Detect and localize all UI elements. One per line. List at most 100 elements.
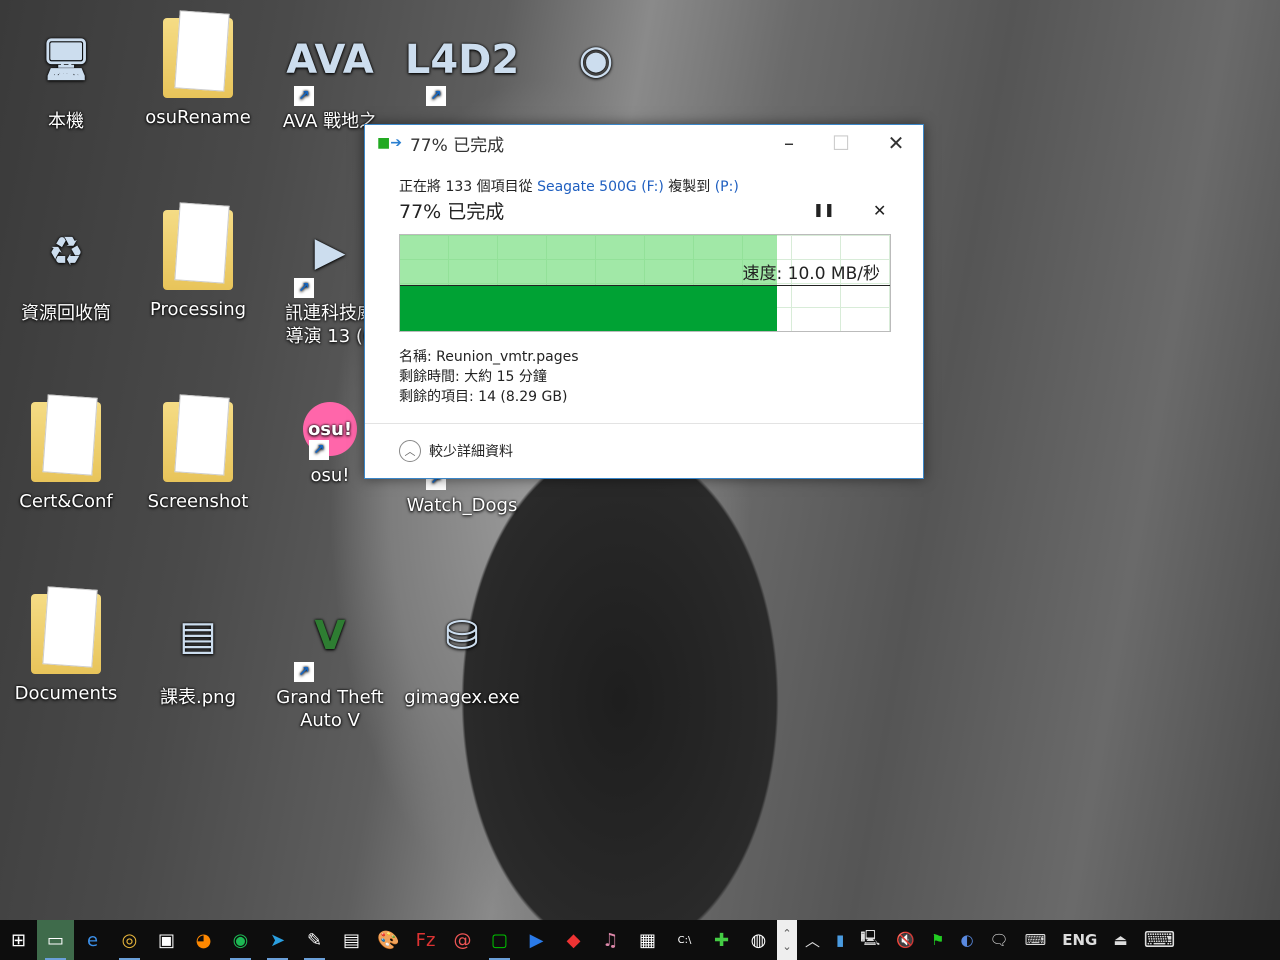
language-indicator[interactable]: ENG <box>1054 931 1105 949</box>
start-icon[interactable]: ⊞ <box>0 920 37 960</box>
desktop-icon-label: 資源回收筒 <box>21 303 111 324</box>
app-icon: ▤ <box>179 612 217 659</box>
calculator-icon[interactable]: ▦ <box>629 920 666 960</box>
desktop-icon-label: osuRename <box>145 107 251 128</box>
desktop-icon-label: Watch_Dogs <box>406 495 518 516</box>
chrome-icon[interactable]: ◎ <box>111 920 148 960</box>
play-icon[interactable]: ▶ <box>518 920 555 960</box>
battery-icon[interactable]: ▮ <box>828 931 852 949</box>
speed-label: 速度: 10.0 MB/秒 <box>742 264 880 284</box>
firefox-icon[interactable]: ◕ <box>185 920 222 960</box>
paint-icon[interactable]: 🎨 <box>370 920 407 960</box>
items-remaining: 剩餘的項目: 14 (8.29 GB) <box>399 389 568 405</box>
keyboard-icon[interactable]: ⌨ <box>1017 931 1055 949</box>
speed-fill <box>400 285 778 331</box>
folder-icon <box>31 594 101 674</box>
folder-icon <box>163 18 233 98</box>
desktop-icon[interactable]: 🖥 本機 <box>4 18 128 133</box>
close-button[interactable]: ✕ <box>870 129 922 157</box>
snail-icon[interactable]: @ <box>444 920 481 960</box>
green-app-icon[interactable]: ✚ <box>703 920 740 960</box>
file-name: 名稱: Reunion_vmtr.pages <box>399 349 579 365</box>
desktop-icon[interactable]: L4D2 ↗ <box>400 18 524 110</box>
network-icon[interactable]: 🖳 <box>852 928 888 953</box>
app-icon: ⛁ <box>445 612 479 659</box>
desktop-icon[interactable]: ◉ <box>534 18 658 110</box>
action-center-icon[interactable]: 🗨 <box>982 931 1017 949</box>
app-icon: 🖥 <box>40 36 92 83</box>
progress-graph: 速度: 10.0 MB/秒 <box>399 234 891 332</box>
app-icon: ▶ ↗ <box>288 210 372 298</box>
desktop-icon[interactable]: osuRename <box>136 18 260 129</box>
desktop-icon-label: Cert&Conf <box>19 491 113 512</box>
shortcut-arrow-icon: ↗ <box>294 278 314 298</box>
cancel-button[interactable]: ✕ <box>873 201 886 220</box>
desktop-icon[interactable]: Processing <box>136 210 260 321</box>
file-copy-icon[interactable]: ▭ <box>37 920 74 960</box>
app-icon: ◉ <box>578 36 614 83</box>
taskbar-scroll[interactable]: ⌃ ⌄ <box>777 920 797 960</box>
desktop-icon[interactable]: Documents <box>4 594 128 705</box>
progress-fill-light <box>400 235 778 285</box>
flag-icon[interactable]: ⚑ <box>923 931 952 949</box>
line-icon[interactable]: ▢ <box>481 920 518 960</box>
ie-icon[interactable]: e <box>74 920 111 960</box>
desktop-icon[interactable]: ▤ 課表.png <box>136 594 260 709</box>
fewer-details-label: 較少詳細資料 <box>429 444 513 460</box>
speed-line <box>400 285 890 286</box>
percent-complete: 77% 已完成 <box>399 201 505 223</box>
notepad-icon[interactable]: ✎ <box>296 920 333 960</box>
maximize-button: ☐ <box>832 131 850 155</box>
desktop-icon[interactable]: V ↗ Grand Theft Auto V <box>268 594 392 732</box>
show-hidden-icons[interactable]: ︿ <box>797 930 828 951</box>
shortcut-arrow-icon: ↗ <box>294 662 314 682</box>
desktop-icon[interactable]: ⛁ gimagex.exe <box>400 594 524 709</box>
app-icon: ♻ <box>48 228 84 275</box>
copy-icon: ■➔ <box>377 135 402 151</box>
touch-keyboard-icon[interactable]: ⌨ <box>1136 928 1184 953</box>
time-remaining: 剩餘時間: 大約 15 分鐘 <box>399 369 547 385</box>
taskbar: ⊞ ▭ e ◎ ▣ ◕ ◉ ➤ ✎ ▤ 🎨 Fz @ ▢ ▶ ◆ ♫ ▦ C:\ ✚ ◍ ⌃ ⌄ ︿ ▮ 🖳 🔇 ⚑ ◐ … <box>0 920 1280 960</box>
eject-icon[interactable]: ⏏ <box>1105 931 1135 949</box>
desktop-icon[interactable]: Screenshot <box>136 402 260 513</box>
destination-link[interactable]: (P:) <box>715 179 739 195</box>
folder-icon <box>163 402 233 482</box>
dialog-title: 77% 已完成 <box>409 135 505 156</box>
pause-button[interactable]: ❚❚ <box>813 203 835 218</box>
app-icon: AVA ↗ <box>286 36 374 106</box>
spotify-icon[interactable]: ◉ <box>222 920 259 960</box>
file-copy-dialog: ■➔ 77% 已完成 – ☐ ✕ 正在將 133 個項目從 Seagate 50… <box>364 124 924 479</box>
desktop-icon-label: gimagex.exe <box>404 687 520 708</box>
copy-prefix: 正在將 133 個項目從 <box>399 179 533 195</box>
chevron-up-icon: ︿ <box>399 440 421 462</box>
git-icon[interactable]: ◆ <box>555 920 592 960</box>
monitor-icon[interactable]: ▣ <box>148 920 185 960</box>
copy-middle: 複製到 <box>668 179 711 195</box>
shortcut-arrow-icon: ↗ <box>426 86 446 106</box>
desktop-icon[interactable]: AVA ↗ AVA 戰地之 <box>268 18 392 133</box>
app-icon[interactable]: ◍ <box>740 920 777 960</box>
telegram-icon[interactable]: ➤ <box>259 920 296 960</box>
shortcut-arrow-icon: ↗ <box>294 86 314 106</box>
app-tray-icon[interactable]: ◐ <box>952 931 981 949</box>
volume-muted-icon[interactable]: 🔇 <box>888 931 923 949</box>
itunes-icon[interactable]: ♫ <box>592 920 629 960</box>
source-link[interactable]: Seagate 500G (F:) <box>537 179 664 195</box>
minimize-button[interactable]: – <box>763 129 815 157</box>
copy-description: 正在將 133 個項目從 Seagate 500G (F:) 複製到 (P:) <box>399 176 739 196</box>
fewer-details-toggle[interactable]: ︿ 較少詳細資料 <box>399 440 513 462</box>
desktop-icon-label: 本機 <box>48 111 84 132</box>
filezilla-icon[interactable]: Fz <box>407 920 444 960</box>
editor-icon[interactable]: ▤ <box>333 920 370 960</box>
desktop-icon[interactable]: Cert&Conf <box>4 402 128 513</box>
shortcut-arrow-icon: ↗ <box>309 440 329 460</box>
cmd-icon[interactable]: C:\ <box>666 920 703 960</box>
desktop-icon-label: Processing <box>149 299 247 320</box>
desktop-icon-label: Grand Theft Auto V <box>276 687 384 731</box>
desktop-icon-label: Documents <box>14 683 118 704</box>
desktop-icon-label: Screenshot <box>147 491 249 512</box>
desktop-icon[interactable]: ♻ 資源回收筒 <box>4 210 128 325</box>
folder-icon <box>163 210 233 290</box>
desktop-icon-label: 課表.png <box>160 687 236 708</box>
app-icon: V ↗ <box>288 594 372 682</box>
